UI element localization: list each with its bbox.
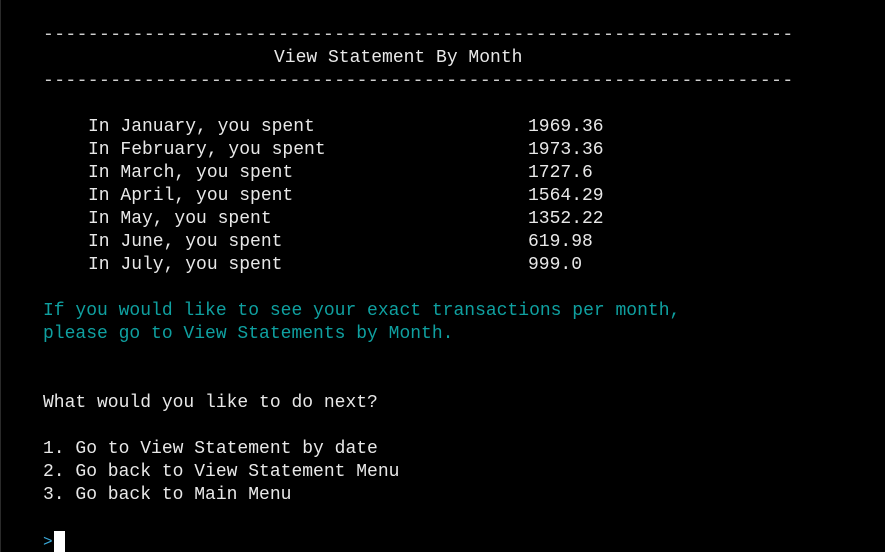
month-label-may: In May, you spent — [88, 209, 272, 229]
month-value-february: 1973.36 — [528, 140, 604, 160]
month-value-april: 1564.29 — [528, 186, 604, 206]
month-label-january: In January, you spent — [88, 117, 315, 137]
month-value-january: 1969.36 — [528, 117, 604, 137]
text-cursor[interactable] — [53, 531, 65, 552]
month-value-june: 619.98 — [528, 232, 593, 252]
menu-option-main-menu: 3. Go back to Main Menu — [43, 485, 292, 505]
divider-bottom: ----------------------------------------… — [43, 71, 793, 91]
month-value-july: 999.0 — [528, 255, 583, 275]
divider-top: ----------------------------------------… — [43, 25, 793, 45]
menu-option-statement-menu: 2. Go back to View Statement Menu — [43, 462, 400, 482]
info-message-line-1: If you would like to see your exact tran… — [43, 301, 681, 321]
month-value-march: 1727.6 — [528, 163, 593, 183]
month-value-may: 1352.22 — [528, 209, 604, 229]
info-message-line-2: please go to View Statements by Month. — [43, 324, 454, 344]
menu-option-view-by-date: 1. Go to View Statement by date — [43, 439, 378, 459]
month-label-february: In February, you spent — [88, 140, 326, 160]
input-prompt[interactable]: > — [43, 530, 65, 552]
next-action-question: What would you like to do next? — [43, 393, 378, 413]
page-title: View Statement By Month — [274, 48, 523, 68]
month-label-march: In March, you spent — [88, 163, 294, 183]
month-label-june: In June, you spent — [88, 232, 283, 252]
month-label-july: In July, you spent — [88, 255, 283, 275]
prompt-symbol: > — [43, 533, 53, 551]
month-label-april: In April, you spent — [88, 186, 294, 206]
terminal-window[interactable]: ----------------------------------------… — [0, 0, 885, 552]
